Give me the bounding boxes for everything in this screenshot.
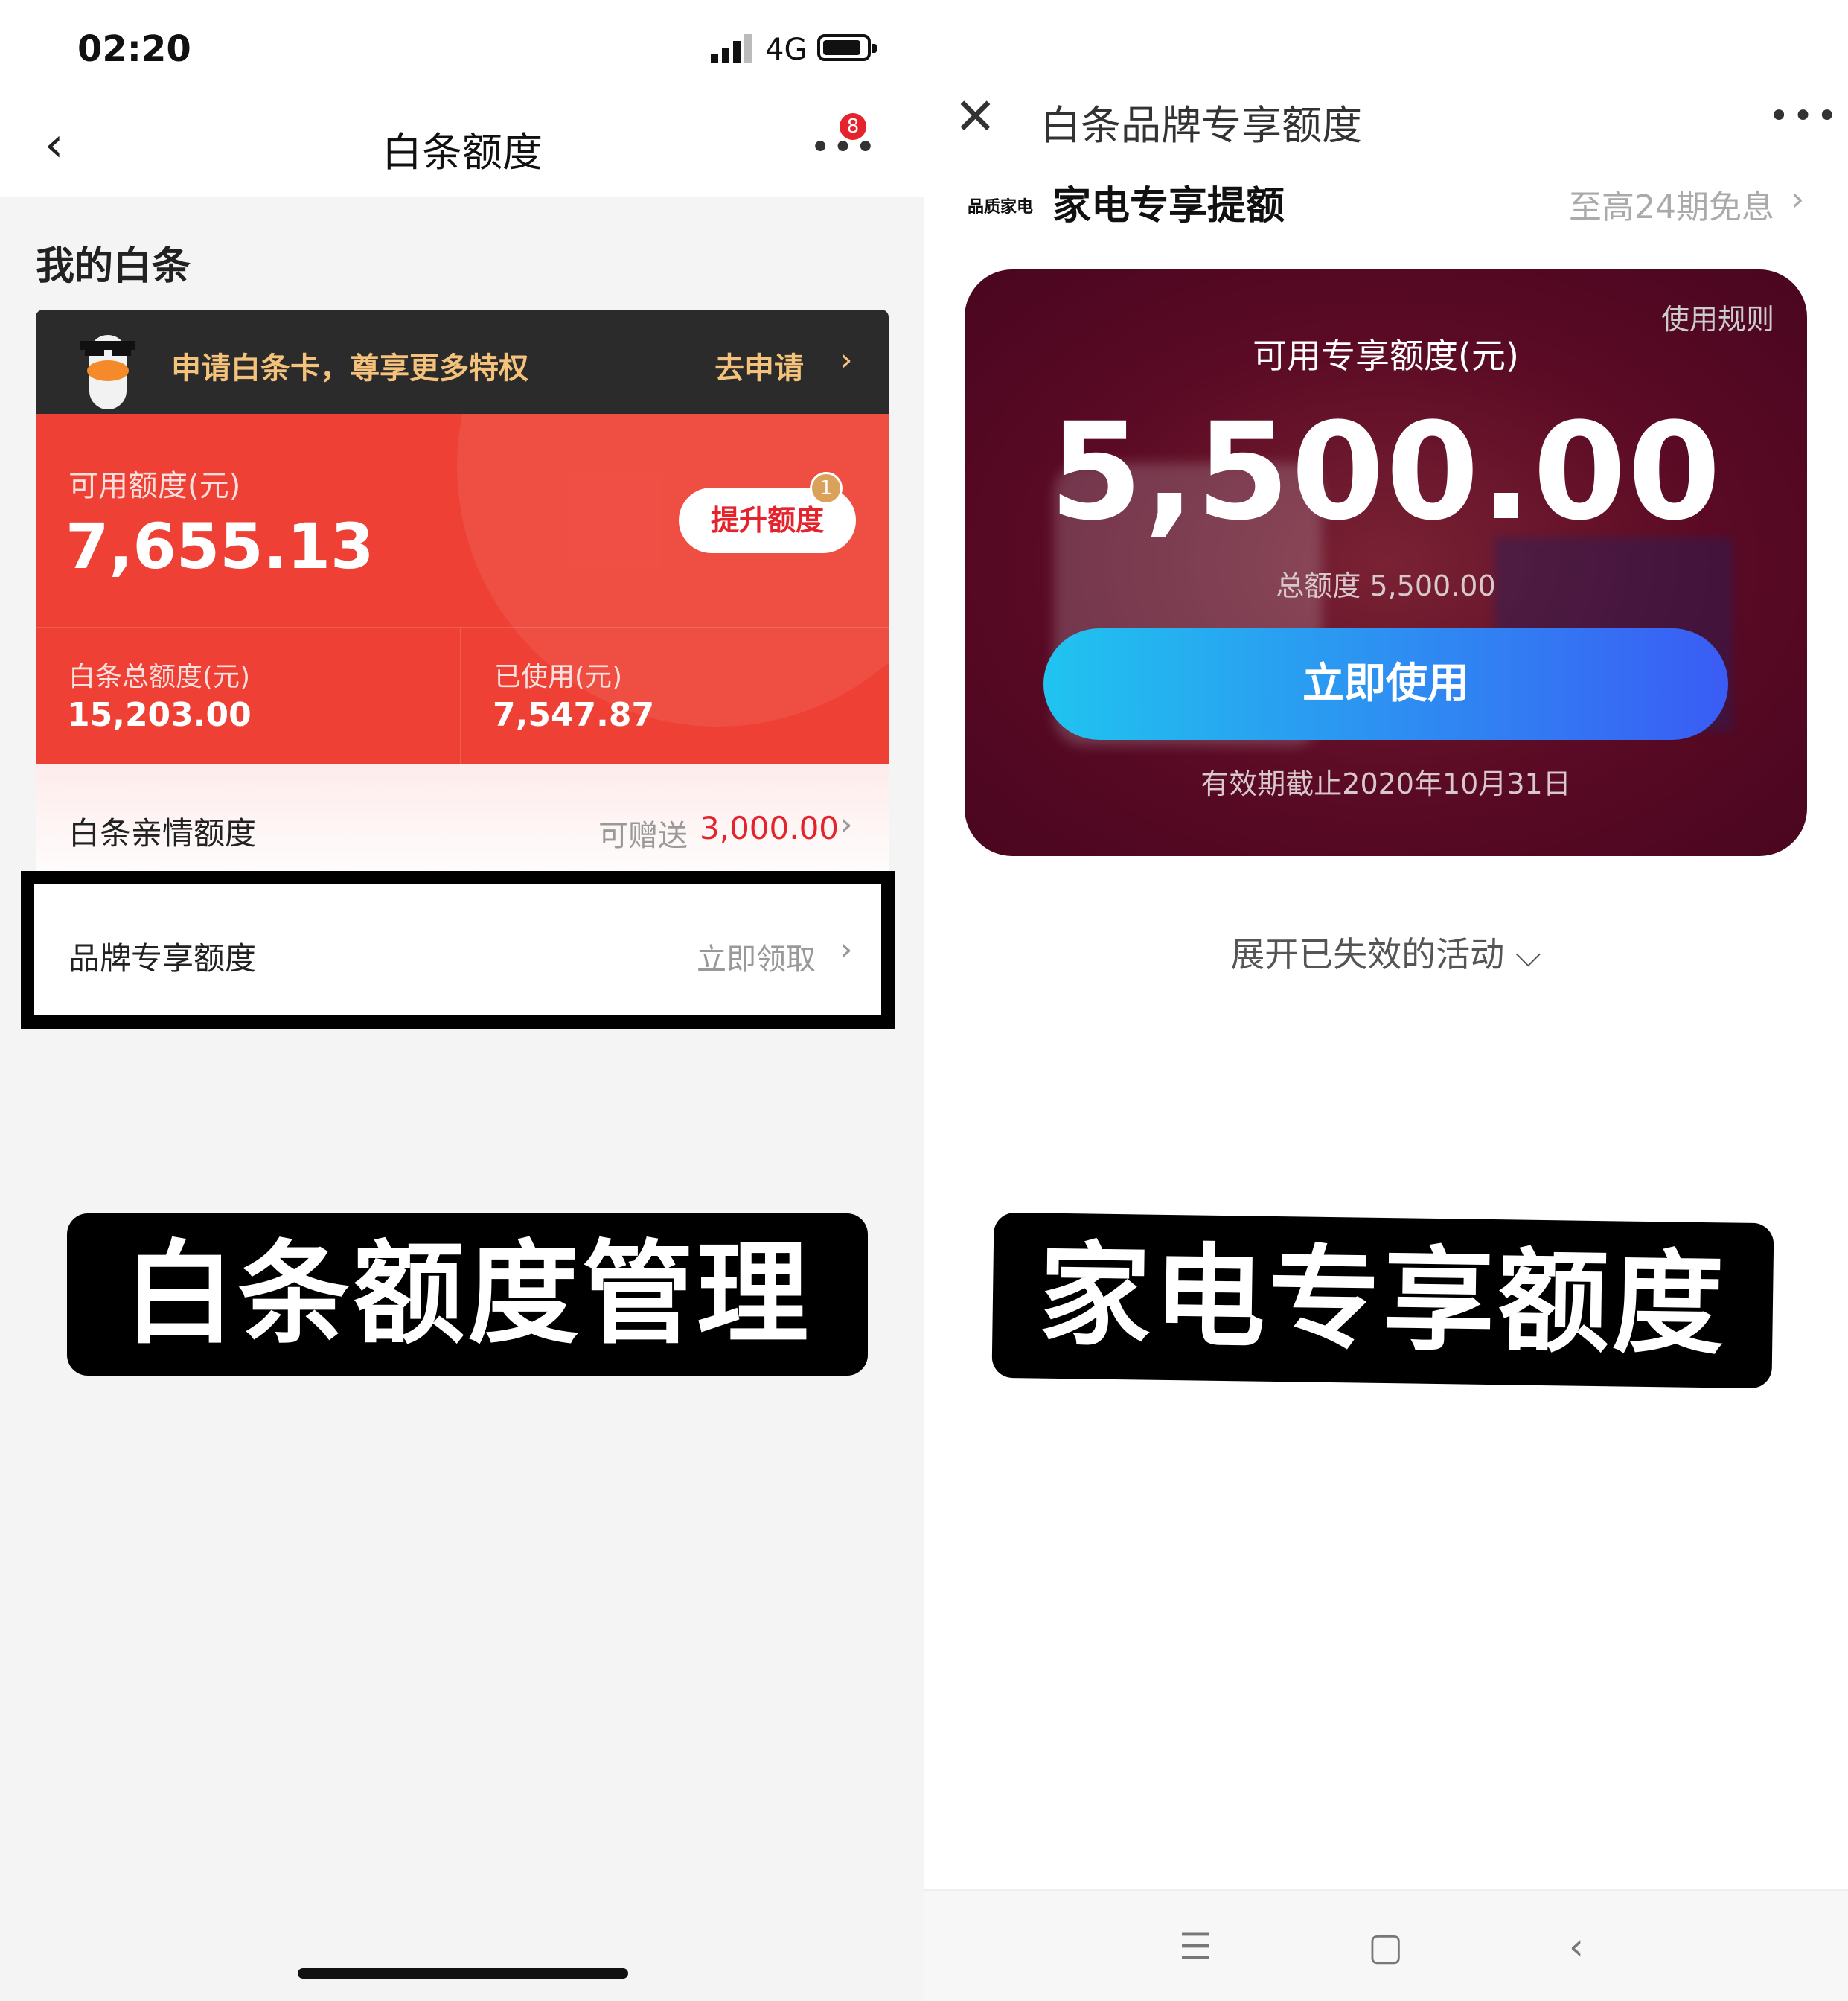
used-label: 已使用(元)	[494, 662, 623, 692]
menu-icon[interactable]: ☰	[1179, 1925, 1212, 1968]
apply-link[interactable]: 去申请	[714, 344, 804, 387]
expand-expired-link[interactable]: 展开已失效的活动 ⌵	[965, 928, 1807, 977]
section-title: 家电专享提额	[1052, 184, 1285, 229]
exclusive-label: 可用专享额度(元)	[1253, 336, 1519, 376]
available-value: 7,655.13	[65, 510, 374, 583]
chevron-right-icon: ›	[1791, 179, 1805, 219]
chevron-right-icon: ›	[840, 931, 853, 968]
exclusive-total: 总额度 5,500.00	[1276, 569, 1496, 602]
gift-label: 可赠送	[598, 819, 688, 853]
caption-right: 家电专享额度	[991, 1212, 1774, 1389]
caption-left: 白条额度管理	[67, 1213, 868, 1376]
more-menu-icon[interactable]: •••	[1768, 95, 1841, 137]
divider	[460, 628, 461, 764]
use-now-button[interactable]: 立即使用	[1043, 628, 1728, 740]
right-page-title: 白条品牌专享额度	[1040, 102, 1362, 149]
status-time: 02:20	[77, 28, 191, 70]
interest-free-link[interactable]: 至高24期免息	[1569, 180, 1774, 228]
mascot-icon	[80, 335, 135, 409]
battery-icon	[817, 34, 877, 61]
available-label: 可用额度(元)	[68, 469, 241, 503]
family-label: 白条亲情额度	[68, 815, 257, 852]
page-title: 白条额度	[382, 129, 543, 176]
network-label: 4G	[765, 33, 808, 67]
home-icon[interactable]: ▢	[1368, 1925, 1403, 1968]
claim-link[interactable]: 立即领取	[697, 935, 816, 978]
home-indicator[interactable]	[298, 1968, 628, 1979]
validity-text: 有效期截止2020年10月31日	[1200, 767, 1571, 800]
notification-badge: 8	[840, 113, 866, 140]
banner-text: 申请白条卡，尊享更多特权	[171, 351, 528, 386]
close-icon[interactable]: ✕	[954, 88, 997, 147]
total-value: 15,203.00	[67, 696, 252, 734]
exclusive-value: 5,500.00	[1049, 395, 1723, 550]
brand-label: 品牌专享额度	[68, 940, 257, 977]
brand-logo: 品质家电	[968, 198, 1034, 217]
total-label: 白条总额度(元)	[68, 662, 251, 692]
signal-icon	[711, 34, 752, 63]
used-value: 7,547.87	[493, 696, 655, 734]
chevron-right-icon: ›	[840, 805, 853, 843]
gift-value: 3,000.00	[700, 810, 840, 846]
back-icon[interactable]: ‹	[1569, 1925, 1584, 1968]
section-title: 我的白条	[36, 244, 191, 289]
raise-badge: 1	[810, 472, 843, 505]
chevron-right-icon: ›	[840, 341, 853, 379]
divider	[36, 627, 889, 628]
